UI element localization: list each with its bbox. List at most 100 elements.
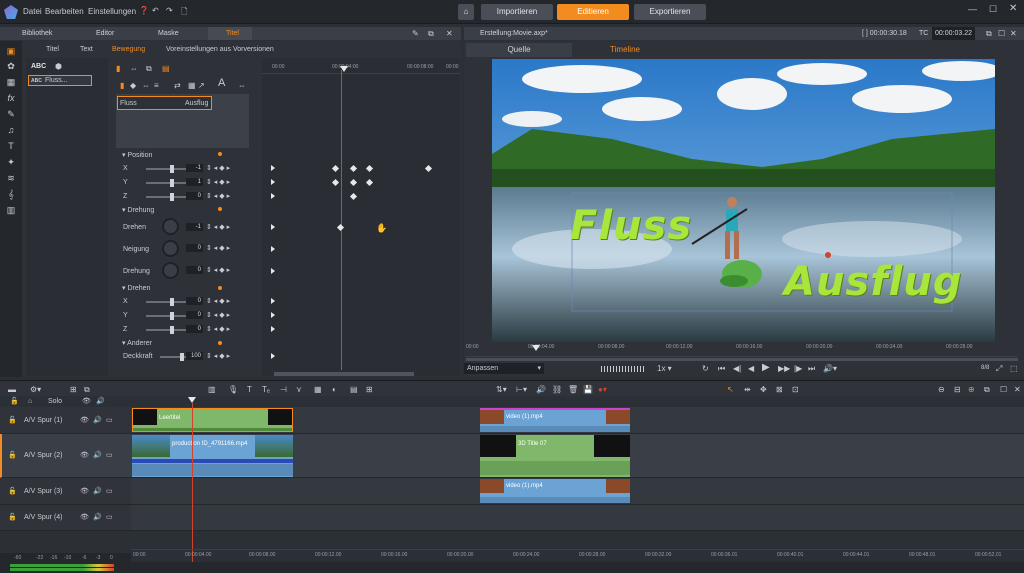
section-flip[interactable]: ▾ Drehen [122, 284, 150, 292]
font-icon[interactable]: A [218, 78, 225, 89]
home-button[interactable]: ⌂ [458, 4, 474, 20]
kf-tilt-start[interactable] [271, 246, 275, 252]
fx-value[interactable]: 0 [186, 297, 203, 305]
z-value[interactable]: 0 [186, 192, 203, 200]
palette-icon[interactable]: ✿ [6, 61, 16, 71]
preview-playhead[interactable] [532, 345, 540, 351]
fit-timeline-icon[interactable]: ⊟ [954, 385, 961, 394]
tab-mask[interactable]: Maske [140, 27, 179, 40]
to-end-icon[interactable]: ⏭ [808, 364, 815, 373]
x-value[interactable]: -1 [186, 164, 203, 172]
position-reset-dot[interactable] [218, 152, 222, 156]
y-value[interactable]: 1 [186, 178, 203, 186]
quality-icon[interactable]: 8/8 [981, 364, 989, 373]
turn-dial[interactable] [162, 262, 179, 279]
doc-icon[interactable]: ▮ [116, 64, 120, 73]
tilt-spin-icon[interactable]: ⇕ ◂ ◆ ▸ [206, 244, 230, 252]
record-icon[interactable]: ●▾ [598, 385, 607, 394]
track-2-lock-icon[interactable]: 🔓 [8, 451, 17, 460]
maximize-button[interactable]: ☐ [989, 4, 997, 15]
fit-dropdown[interactable]: Anpassen ▾ [464, 363, 544, 374]
track-3-audio-icon[interactable]: 🔊 [93, 487, 102, 496]
scenes-icon[interactable]: ▤ [350, 385, 358, 394]
brush-icon[interactable]: ✎ [6, 109, 16, 119]
kf-z-start[interactable] [271, 193, 275, 199]
link-icon[interactable]: ⇔ [130, 64, 138, 73]
grid-icon[interactable]: ▦ [188, 81, 196, 90]
clef-icon[interactable]: 𝄞 [6, 189, 16, 199]
loop-icon[interactable]: ↻ [702, 364, 709, 373]
overlay-title-left[interactable]: Fluss [570, 203, 692, 249]
visibility-all-icon[interactable]: 👁 [82, 397, 91, 406]
opacity-spin-icon[interactable]: ⇕ ◂ ◆ ▸ [206, 352, 230, 360]
preview-close-icon[interactable]: ✕ [1010, 29, 1017, 38]
kf-fy-start[interactable] [271, 312, 275, 318]
track-1-audio-icon[interactable]: 🔊 [93, 416, 102, 425]
save-icon[interactable]: 💾 [583, 385, 593, 394]
track-2-eye-icon[interactable]: 👁 [80, 451, 89, 460]
other-reset-dot[interactable] [218, 341, 222, 345]
tilt-dial[interactable] [162, 240, 179, 257]
track-1-monitor-icon[interactable]: ▭ [106, 416, 113, 425]
film-icon[interactable]: ▥ [6, 205, 16, 215]
crop-tool-icon[interactable]: ⊠ [776, 385, 783, 394]
layers-icon[interactable]: ≋ [6, 173, 16, 183]
text-timeline-icon[interactable]: Tₑ [262, 385, 270, 394]
export-button[interactable]: Exportieren [634, 4, 706, 20]
turn-spin-icon[interactable]: ⇕ ◂ ◆ ▸ [206, 266, 230, 274]
text-icon[interactable]: T [6, 141, 16, 151]
import-button[interactable]: Importieren [481, 4, 553, 20]
fz-spin-icon[interactable]: ⇕ ◂ ◆ ▸ [206, 325, 230, 333]
menu-edit[interactable]: Bearbeiten [45, 7, 84, 16]
close-button[interactable]: ✕ [1009, 3, 1017, 14]
link2-icon[interactable]: ⇔ [142, 81, 150, 90]
rotate-spin-icon[interactable]: ⇕ ◂ ◆ ▸ [206, 223, 230, 231]
x-spin-icon[interactable]: ⇕ ◂ ◆ ▸ [206, 164, 230, 172]
clip-production[interactable]: production ID_4791166.mp4 [132, 435, 293, 477]
keyframe-scrollbar[interactable] [274, 372, 414, 376]
track-4-lock-icon[interactable]: 🔓 [8, 513, 17, 522]
kf-opacity-start[interactable] [271, 353, 275, 359]
track-3-monitor-icon[interactable]: ▭ [106, 487, 113, 496]
mic-icon[interactable]: 🎙 [228, 385, 238, 394]
grid-view-icon[interactable]: ⊞ [366, 385, 373, 394]
kf-turn-start[interactable] [271, 268, 275, 274]
audio-scrub-icon[interactable]: 🔊 [536, 385, 546, 394]
subtab-text[interactable]: Text [80, 46, 93, 53]
to-start-icon[interactable]: ⏮ [718, 364, 725, 373]
clip-video1-track3[interactable]: video (1).mp4 [480, 479, 630, 503]
tc-display[interactable]: 00:00:03.22 [932, 27, 975, 40]
text-layer-row[interactable]: Fluss Ausflug [117, 96, 212, 110]
subtab-title[interactable]: Titel [46, 46, 59, 53]
solo-icon[interactable]: ⌂ [28, 397, 32, 406]
fz-value[interactable]: 0 [186, 325, 203, 333]
subtab-motion[interactable]: Bewegung [112, 46, 145, 53]
align-icon[interactable]: ≡ [154, 81, 159, 90]
snap-icon[interactable]: ⊢▾ [516, 385, 527, 394]
track-1-eye-icon[interactable]: 👁 [80, 416, 89, 425]
pointer-tool-icon[interactable]: ↖ [727, 385, 734, 394]
link3-icon[interactable]: ⇔ [238, 81, 246, 90]
color-wheel-icon[interactable]: ◐ [332, 385, 337, 394]
track-4-audio-icon[interactable]: 🔊 [93, 513, 102, 522]
audio-all-icon[interactable]: 🔊 [96, 397, 105, 406]
jog-wheel[interactable] [601, 366, 645, 372]
slip-tool-icon[interactable]: ✥ [760, 385, 767, 394]
kf-x-start[interactable] [271, 165, 275, 171]
track-2-audio-icon[interactable]: 🔊 [93, 451, 102, 460]
title-tool-timeline-icon[interactable]: T [247, 385, 252, 394]
link-clips-icon[interactable]: ⛓ [552, 385, 562, 394]
kf-rotate-start[interactable] [271, 224, 275, 230]
timeline-settings-icon[interactable]: ⚙▾ [30, 385, 41, 394]
volume-icon[interactable]: 🔊▾ [823, 364, 837, 373]
minimize-button[interactable]: — [968, 4, 977, 14]
swap-icon[interactable]: ⇄ [174, 81, 181, 90]
timeline-copy-icon[interactable]: ⧉ [84, 385, 90, 394]
audio-mix-icon[interactable]: ▥ [208, 385, 216, 394]
forward-icon[interactable]: ▶▶ [778, 364, 790, 373]
shapes-icon[interactable]: ⬢ [55, 62, 62, 71]
split-icon[interactable]: ⊣ [280, 385, 287, 394]
timeline-scrollbar[interactable] [131, 562, 1024, 573]
tab-title[interactable]: Titel [208, 27, 252, 40]
subtab-presets[interactable]: Voreinstellungen aus Vorversionen [166, 46, 274, 53]
